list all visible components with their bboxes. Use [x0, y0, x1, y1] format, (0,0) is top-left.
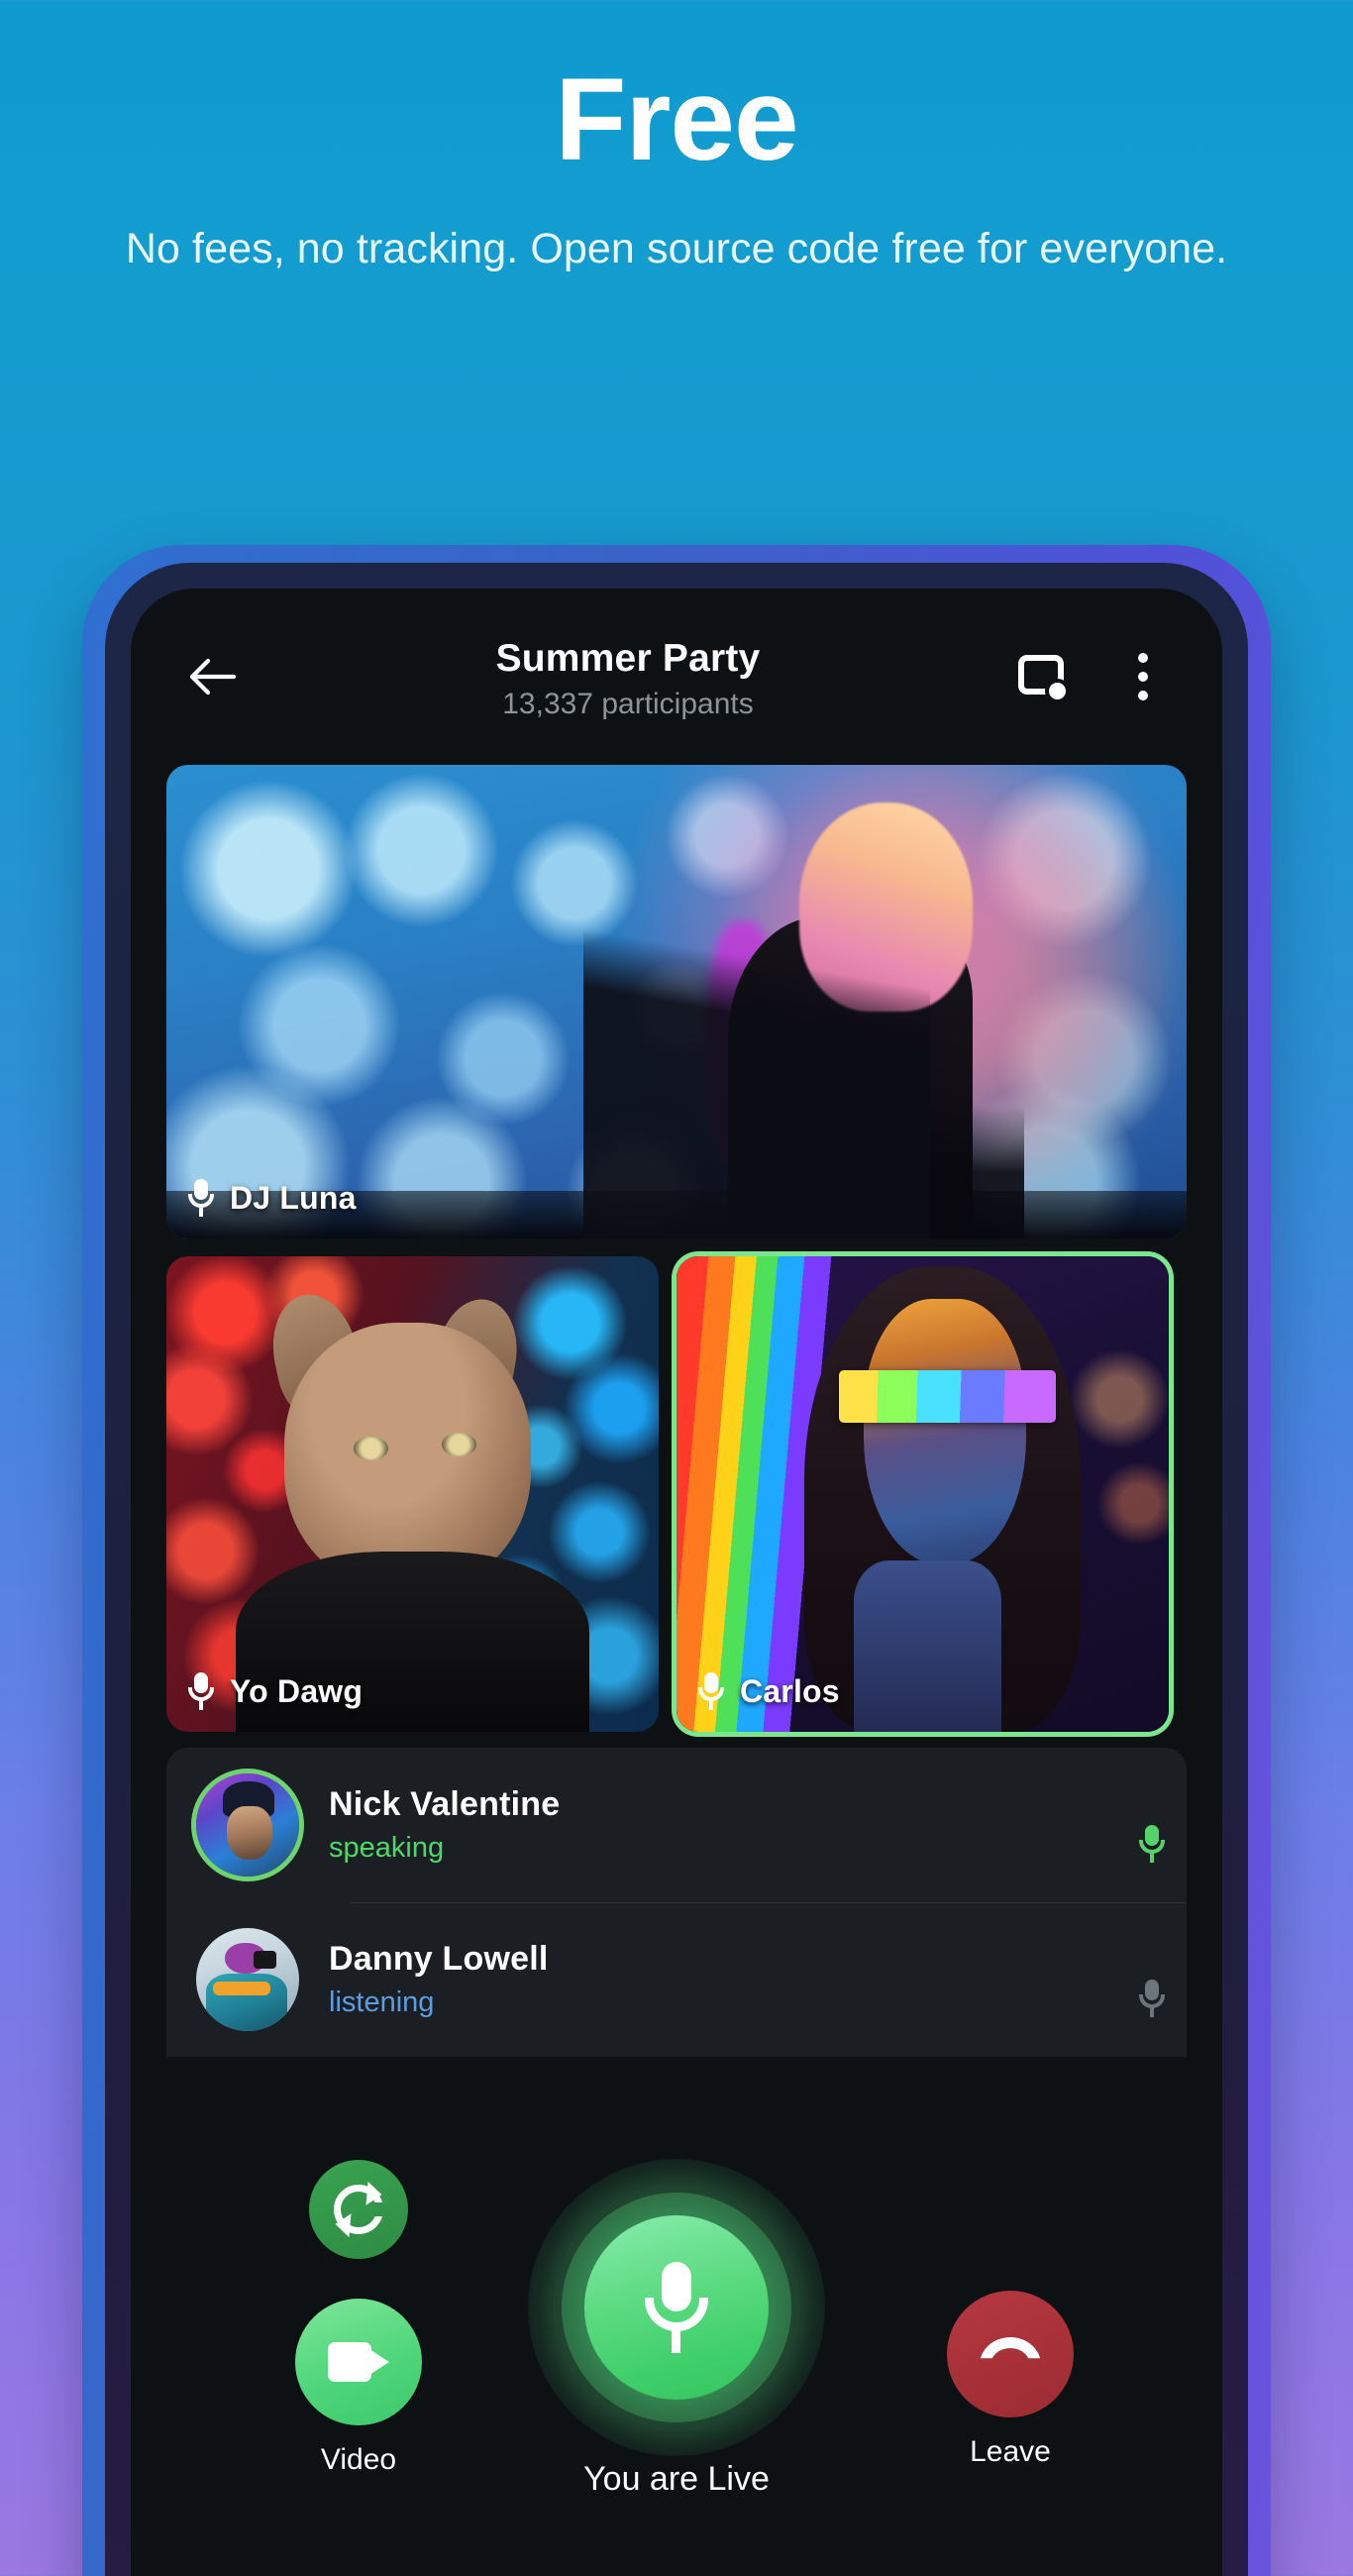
- video-feed-image: [166, 1256, 659, 1732]
- flip-camera-icon: [334, 2181, 383, 2238]
- video-tile-carlos[interactable]: Carlos: [676, 1256, 1169, 1732]
- leave-button[interactable]: Leave: [947, 2291, 1074, 2469]
- list-item[interactable]: Nick Valentine speaking: [166, 1748, 1187, 1902]
- video-tile-row: Yo Dawg Carlos: [166, 1256, 1187, 1732]
- mute-button[interactable]: You are Live: [528, 2159, 825, 2499]
- flip-camera-button[interactable]: [309, 2160, 408, 2259]
- video-tile-dj-luna[interactable]: DJ Luna: [166, 765, 1187, 1238]
- hangup-phone-icon: [980, 2337, 1041, 2371]
- video-tile-name: DJ Luna: [230, 1179, 357, 1216]
- microphone-icon: [698, 1672, 724, 1710]
- participant-name: Danny Lowell: [329, 1940, 549, 1978]
- phone-mockup: Summer Party 13,337 participants DJ Luna…: [82, 545, 1271, 2576]
- video-feed-image: [166, 765, 1187, 1238]
- participant-name: Nick Valentine: [329, 1785, 561, 1823]
- overflow-menu-button[interactable]: [1105, 639, 1181, 714]
- video-tile-label: Carlos: [698, 1672, 840, 1710]
- video-tile-label: DJ Luna: [188, 1179, 357, 1217]
- video-button-label: Video: [320, 2443, 397, 2476]
- video-grid: DJ Luna Yo Dawg Carlos: [131, 765, 1222, 1732]
- call-controls: Video You are Live Leave: [131, 2159, 1222, 2576]
- participant-status: speaking: [329, 1832, 445, 1864]
- screen-share-button[interactable]: [1004, 639, 1080, 714]
- call-title-block: Summer Party 13,337 participants: [252, 637, 1004, 721]
- list-divider: [351, 1902, 1187, 1903]
- microphone-icon: [188, 1179, 214, 1217]
- video-camera-icon: [328, 2342, 389, 2382]
- phone-screen: Summer Party 13,337 participants DJ Luna…: [131, 589, 1222, 2576]
- list-item[interactable]: Danny Lowell listening: [166, 1902, 1187, 2057]
- participant-count: 13,337 participants: [502, 688, 754, 721]
- participant-list: Nick Valentine speaking Danny Lowell lis…: [166, 1748, 1187, 2057]
- microphone-icon: [188, 1672, 214, 1710]
- video-tile-yo-dawg[interactable]: Yo Dawg: [166, 1256, 659, 1732]
- video-tile-name: Carlos: [740, 1672, 840, 1709]
- promo-headline: Free: [555, 54, 798, 185]
- video-tile-label: Yo Dawg: [188, 1672, 363, 1710]
- video-tile-name: Yo Dawg: [230, 1672, 364, 1709]
- back-button[interactable]: [172, 637, 252, 716]
- overflow-menu-icon: [1138, 653, 1148, 700]
- live-status-label: You are Live: [583, 2460, 770, 2498]
- participant-info: Nick Valentine speaking: [329, 1785, 1139, 1865]
- back-arrow-icon: [189, 658, 236, 696]
- screen-share-icon: [1018, 655, 1070, 703]
- promo-subheadline: No fees, no tracking. Open source code f…: [125, 225, 1228, 272]
- call-header: Summer Party 13,337 participants: [131, 589, 1222, 765]
- header-actions: [1004, 639, 1181, 714]
- page-title: Summer Party: [495, 636, 761, 680]
- leave-button-label: Leave: [970, 2435, 1051, 2468]
- microphone-icon: [645, 2262, 708, 2353]
- promo-banner: Free No fees, no tracking. Open source c…: [0, 0, 1353, 276]
- video-toggle-button[interactable]: Video: [295, 2299, 422, 2477]
- participant-status: listening: [329, 1986, 435, 2018]
- video-feed-image: [676, 1256, 1169, 1732]
- phone-bezel: Summer Party 13,337 participants DJ Luna…: [105, 563, 1248, 2576]
- avatar: [196, 1773, 299, 1877]
- avatar: [196, 1928, 299, 2031]
- participant-info: Danny Lowell listening: [329, 1940, 1139, 2019]
